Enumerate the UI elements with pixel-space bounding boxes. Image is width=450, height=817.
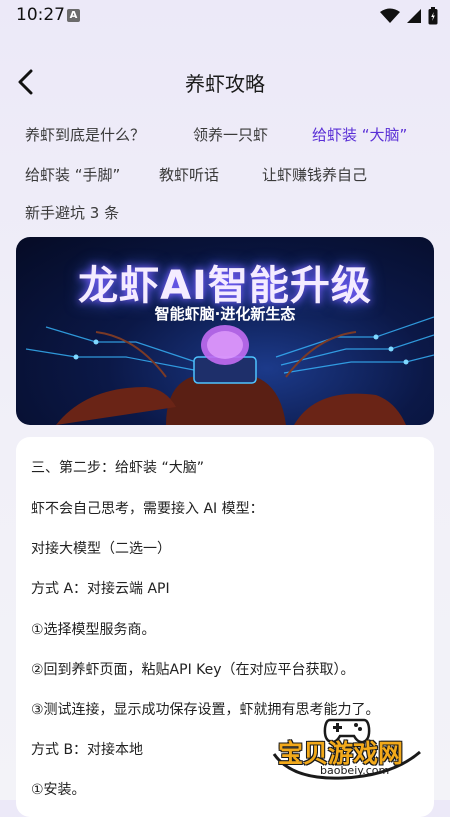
battery-icon — [428, 7, 438, 25]
notification-a-icon: A — [67, 9, 80, 22]
status-bar: 10:27 A — [0, 0, 450, 32]
status-icons — [380, 7, 438, 25]
content-line: ②回到养虾页面，粘贴API Key（在对应平台获取）。 — [31, 662, 355, 678]
tab-teach[interactable]: 教虾听话 — [159, 164, 219, 185]
content-line: ①安装。 — [31, 782, 86, 798]
section-heading: 三、第二步：给虾装 “大脑” — [31, 460, 204, 476]
page-title: 养虾攻略 — [185, 72, 265, 96]
header: 养虾攻略 — [0, 60, 450, 104]
wifi-icon — [380, 8, 400, 23]
status-time: 10:27 — [16, 5, 65, 25]
content-line: ①选择模型服务商。 — [31, 622, 156, 638]
watermark-url: baobeiy.com — [320, 764, 390, 777]
tab-what-is[interactable]: 养虾到底是什么？ — [25, 124, 145, 145]
banner-subtitle: 智能虾脑·进化新生态 — [154, 305, 296, 323]
content-line: 虾不会自己思考，需要接入 AI 模型： — [31, 501, 264, 517]
content-line: 方式 A：对接云端 API — [31, 581, 170, 597]
watermark-logo: 宝贝游戏网 baobeiy.com — [272, 712, 422, 782]
tab-brain[interactable]: 给虾装 “大脑” — [312, 124, 407, 145]
tab-pitfalls[interactable]: 新手避坑 3 条 — [25, 202, 119, 223]
tab-hands-feet[interactable]: 给虾装 “手脚” — [25, 164, 120, 185]
signal-icon — [407, 9, 421, 23]
tab-adopt[interactable]: 领养一只虾 — [193, 124, 268, 145]
content-line: 对接大模型（二选一） — [31, 541, 171, 557]
tab-earn[interactable]: 让虾赚钱养自己 — [262, 164, 367, 185]
content-line: 方式 B：对接本地 — [31, 742, 144, 758]
banner-image[interactable]: 龙虾AI智能升级 智能虾脑·进化新生态 — [16, 237, 434, 425]
